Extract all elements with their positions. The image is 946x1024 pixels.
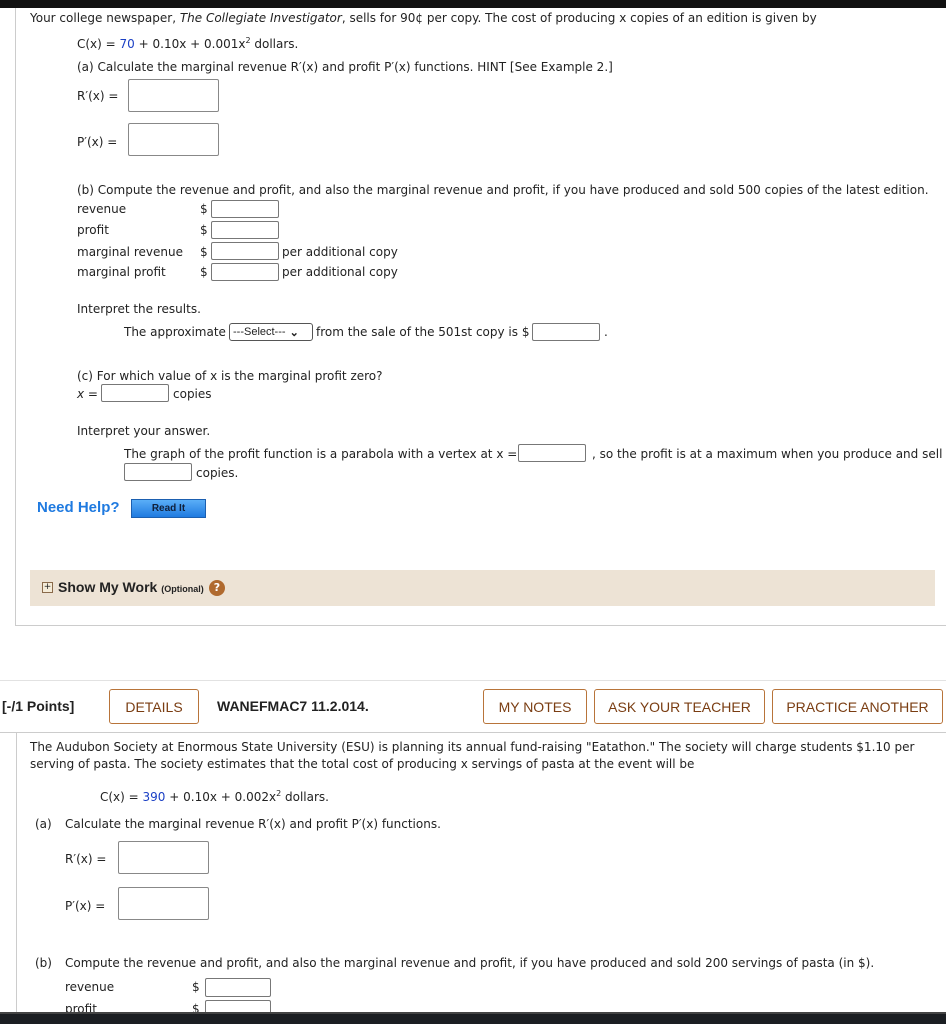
dollar-sign: $ <box>200 245 208 259</box>
details-button[interactable]: DETAILS <box>109 689 199 724</box>
q1-part-c: (c) For which value of x is the marginal… <box>77 369 383 383</box>
vertex-input[interactable] <box>518 444 586 462</box>
read-it-button[interactable]: Read It <box>131 499 206 518</box>
approx-value-input[interactable] <box>532 323 600 341</box>
interpret-label: Interpret the results. <box>77 302 201 316</box>
profit-label: profit <box>77 223 109 237</box>
show-my-work-label[interactable]: Show My Work (Optional) <box>58 579 204 595</box>
q2-r-prime-label: R′(x) = <box>65 852 107 866</box>
marginal-profit-label: marginal profit <box>77 265 166 279</box>
q2-part-b: Compute the revenue and profit, and also… <box>65 956 875 970</box>
dollar-sign: $ <box>200 202 208 216</box>
help-icon[interactable]: ? <box>209 580 225 596</box>
q2-revenue-label: revenue <box>65 980 115 994</box>
vertex-text-post: , so the profit is at a maximum when you… <box>592 447 943 461</box>
r-prime-input[interactable] <box>128 79 219 112</box>
section-divider <box>15 625 946 626</box>
r-prime-label: R′(x) = <box>77 89 119 103</box>
q2-part-a-tag: (a) <box>35 817 52 831</box>
browser-top-bar <box>0 0 946 8</box>
q2-p-prime-input[interactable] <box>118 887 209 920</box>
revenue-label: revenue <box>77 202 127 216</box>
chevron-down-icon: ⌄ <box>289 326 299 339</box>
revenue-input[interactable] <box>211 200 279 218</box>
q2-revenue-input[interactable] <box>205 978 271 997</box>
marginal-profit-unit: per additional copy <box>282 265 398 279</box>
my-notes-button[interactable]: MY NOTES <box>483 689 587 724</box>
q2-intro-line-2: serving of pasta. The society estimates … <box>30 757 695 771</box>
q1-intro: Your college newspaper, The Collegiate I… <box>30 11 817 25</box>
q2-intro-line-1: The Audubon Society at Enormous State Un… <box>30 740 915 754</box>
q2-cost-function: C(x) = 390 + 0.10x + 0.002x2 dollars. <box>100 789 329 804</box>
practice-another-button[interactable]: PRACTICE ANOTHER <box>772 689 943 724</box>
p-prime-label: P′(x) = <box>77 135 118 149</box>
q2-part-b-tag: (b) <box>35 956 52 970</box>
need-help-label: Need Help? <box>37 499 120 516</box>
profit-input[interactable] <box>211 221 279 239</box>
expand-icon[interactable]: + <box>42 582 53 593</box>
q2-p-prime-label: P′(x) = <box>65 899 106 913</box>
select-value: ---Select--- <box>233 326 286 338</box>
q2-top-border <box>0 680 946 681</box>
approx-text: The approximate <box>124 325 226 339</box>
p-prime-input[interactable] <box>128 123 219 156</box>
copies-label-2: copies. <box>196 466 239 480</box>
dollar-sign: $ <box>200 223 208 237</box>
x-input[interactable] <box>101 384 169 402</box>
dollar-sign: $ <box>200 265 208 279</box>
taskbar <box>0 1012 946 1024</box>
question-code: WANEFMAC7 11.2.014. <box>217 698 369 714</box>
approx-text-post: from the sale of the 501st copy is $ <box>316 325 530 339</box>
copies-label: copies <box>173 387 212 401</box>
ask-teacher-button[interactable]: ASK YOUR TEACHER <box>594 689 765 724</box>
q1-part-b: (b) Compute the revenue and profit, and … <box>77 183 929 197</box>
interpret-select[interactable]: ---Select--- ⌄ <box>229 323 313 341</box>
q2-r-prime-input[interactable] <box>118 841 209 874</box>
dollar-sign: $ <box>192 980 200 994</box>
q1-part-a: (a) Calculate the marginal revenue R′(x)… <box>77 60 613 74</box>
q1-cost-function: C(x) = 70 + 0.10x + 0.001x2 dollars. <box>77 36 299 51</box>
marginal-revenue-unit: per additional copy <box>282 245 398 259</box>
period: . <box>604 325 608 339</box>
max-copies-input[interactable] <box>124 463 192 481</box>
q2-header-divider <box>0 732 946 733</box>
marginal-profit-input[interactable] <box>211 263 279 281</box>
x-label: x = <box>77 387 98 401</box>
points-label: [-/1 Points] <box>2 698 75 714</box>
q2-left-border <box>16 732 17 1012</box>
vertex-text: The graph of the profit function is a pa… <box>124 447 518 461</box>
q2-part-a: Calculate the marginal revenue R′(x) and… <box>65 817 441 831</box>
marginal-revenue-input[interactable] <box>211 242 279 260</box>
interpret-answer-label: Interpret your answer. <box>77 424 211 438</box>
marginal-revenue-label: marginal revenue <box>77 245 183 259</box>
section-border <box>15 8 16 626</box>
